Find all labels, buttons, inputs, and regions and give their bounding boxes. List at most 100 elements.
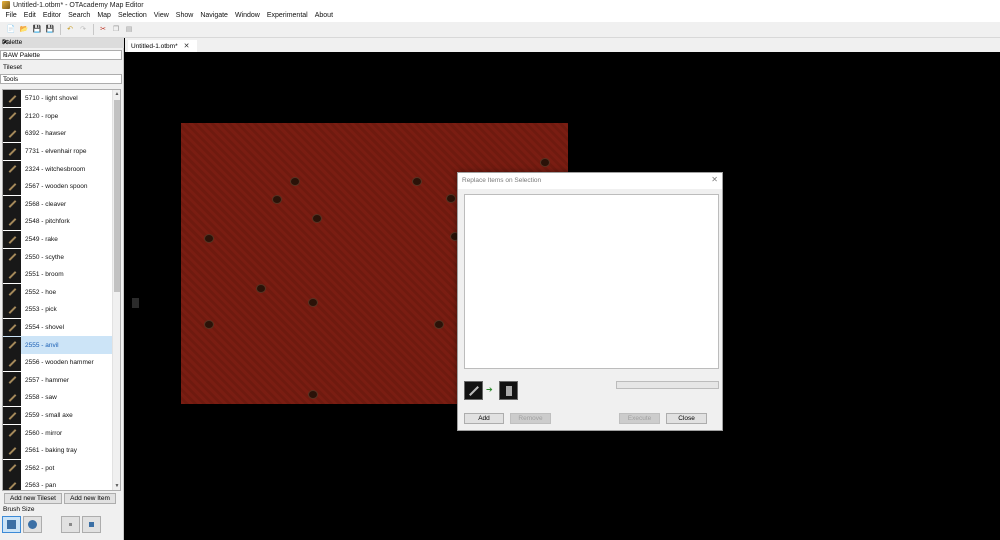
close-icon[interactable]: ✕ xyxy=(2,38,121,48)
item-sprite-icon xyxy=(3,266,21,284)
brush-size-label: Brush Size xyxy=(3,506,35,513)
palette-item-label: 2568 - cleaver xyxy=(25,200,67,208)
menu-about[interactable]: About xyxy=(311,10,336,22)
palette-item[interactable]: 2560 - mirror xyxy=(3,424,112,442)
item-sprite-icon xyxy=(3,248,21,266)
palette-item[interactable]: 2561 - baking tray xyxy=(3,442,112,460)
title-bar: Untitled-1.otbm* - OTAcademy Map Editor xyxy=(0,0,1000,10)
new-file-icon[interactable]: 📄 xyxy=(6,25,16,35)
palette-item-label: 2550 - scythe xyxy=(25,253,65,261)
palette-item-label: 2324 - witchesbroom xyxy=(25,165,86,173)
cursor-brush-preview xyxy=(132,298,139,308)
palette-item[interactable]: 2567 - wooden spoon xyxy=(3,178,112,196)
menu-map[interactable]: Map xyxy=(94,10,115,22)
item-sprite-icon xyxy=(3,442,21,460)
close-button[interactable]: Close xyxy=(666,413,707,424)
palette-item-label: 2561 - baking tray xyxy=(25,447,78,455)
map-decoration xyxy=(257,285,265,292)
palette-item[interactable]: 2324 - witchesbroom xyxy=(3,160,112,178)
open-folder-icon[interactable]: 📂 xyxy=(19,25,29,35)
map-decoration xyxy=(273,196,281,203)
palette-item[interactable]: 2558 - saw xyxy=(3,389,112,407)
map-decoration xyxy=(313,215,321,222)
brush-circle-button[interactable] xyxy=(23,516,42,533)
palette-item[interactable]: 2550 - scythe xyxy=(3,248,112,266)
undo-icon[interactable]: ↶ xyxy=(65,25,75,35)
brush-dot-icon xyxy=(89,522,94,527)
redo-icon[interactable]: ↷ xyxy=(78,25,88,35)
palette-item-label: 2558 - saw xyxy=(25,394,57,402)
scrollbar-thumb[interactable] xyxy=(114,100,120,292)
dialog-title: Replace Items on Selection xyxy=(462,177,542,184)
palette-type-select[interactable]: RAW Palette ⌄ xyxy=(0,50,122,60)
palette-item[interactable]: 6392 - hawser xyxy=(3,125,112,143)
menu-experimental[interactable]: Experimental xyxy=(263,10,311,22)
menu-editor[interactable]: Editor xyxy=(39,10,64,22)
scroll-up-icon[interactable]: ▲ xyxy=(113,90,120,98)
palette-item[interactable]: 2556 - wooden hammer xyxy=(3,354,112,372)
menu-navigate[interactable]: Navigate xyxy=(197,10,232,22)
palette-item-label: 2563 - pan xyxy=(25,482,57,490)
palette-item-label: 2554 - shovel xyxy=(25,324,65,332)
map-decoration xyxy=(309,391,317,398)
palette-item[interactable]: 2120 - rope xyxy=(3,107,112,126)
scroll-down-icon[interactable]: ▼ xyxy=(113,482,120,490)
menu-search[interactable]: Search xyxy=(65,10,94,22)
dialog-body: ➔ Add Remove Execute Close xyxy=(458,189,722,430)
palette-item[interactable]: 2553 - pick xyxy=(3,301,112,319)
replace-from-item-slot[interactable] xyxy=(464,381,483,400)
close-icon[interactable]: ✕ xyxy=(184,42,190,50)
circle-brush-icon xyxy=(28,520,37,529)
brush-square-button[interactable] xyxy=(2,516,21,533)
remove-button[interactable]: Remove xyxy=(510,413,551,424)
palette-item[interactable]: 2563 - pan xyxy=(3,477,112,490)
palette-item[interactable]: 2559 - small axe xyxy=(3,407,112,425)
tileset-select[interactable]: Tools ⌄ xyxy=(0,74,122,84)
palette-item[interactable]: 2555 - anvil xyxy=(3,336,112,354)
palette-item[interactable]: 2551 - broom xyxy=(3,266,112,284)
toolbar-separator xyxy=(60,24,61,35)
menu-file[interactable]: File xyxy=(2,10,20,22)
menu-edit[interactable]: Edit xyxy=(20,10,39,22)
save-as-icon[interactable]: 💾 xyxy=(45,25,55,35)
item-sprite-icon xyxy=(3,407,21,425)
execute-button[interactable]: Execute xyxy=(619,413,660,424)
palette-caption: Palette ✕ xyxy=(0,38,124,48)
brush-size-1-button[interactable] xyxy=(61,516,80,533)
map-decoration xyxy=(435,321,443,328)
paste-icon[interactable]: ▤ xyxy=(124,25,134,35)
add-tileset-button[interactable]: Add new Tileset xyxy=(4,493,62,504)
palette-item-label: 2557 - hammer xyxy=(25,376,70,384)
palette-item-label: 2562 - pot xyxy=(25,464,55,472)
chevron-down-icon: ⌄ xyxy=(3,76,9,83)
square-brush-icon xyxy=(7,520,16,529)
brush-size-2-button[interactable] xyxy=(82,516,101,533)
arrow-right-icon: ➔ xyxy=(486,385,493,394)
palette-item-label: 2567 - wooden spoon xyxy=(25,183,88,191)
palette-item[interactable]: 2549 - rake xyxy=(3,231,112,249)
palette-item[interactable]: 2562 - pot xyxy=(3,459,112,478)
palette-item[interactable]: 5710 - light shovel xyxy=(3,90,112,108)
document-tab-bar: Untitled-1.otbm* ✕ xyxy=(125,38,1000,52)
save-icon[interactable]: 💾 xyxy=(32,25,42,35)
cut-icon[interactable]: ✂ xyxy=(98,25,108,35)
menu-window[interactable]: Window xyxy=(231,10,263,22)
palette-item[interactable]: 2554 - shovel xyxy=(3,319,112,337)
copy-icon[interactable]: ❐ xyxy=(111,25,121,35)
menu-view[interactable]: View xyxy=(150,10,172,22)
replace-to-item-slot[interactable] xyxy=(499,381,518,400)
palette-item[interactable]: 2557 - hammer xyxy=(3,371,112,390)
close-icon[interactable]: ✕ xyxy=(711,175,718,184)
menu-show[interactable]: Show xyxy=(172,10,197,22)
chevron-down-icon: ⌄ xyxy=(3,52,9,59)
palette-item[interactable]: 2548 - pitchfork xyxy=(3,213,112,231)
add-button[interactable]: Add xyxy=(464,413,504,424)
menu-selection[interactable]: Selection xyxy=(114,10,150,22)
palette-item[interactable]: 7731 - elvenhair rope xyxy=(3,143,112,161)
add-item-button[interactable]: Add new Item xyxy=(64,493,116,504)
tab-untitled-1[interactable]: Untitled-1.otbm* ✕ xyxy=(128,40,197,52)
palette-item[interactable]: 2552 - hoe xyxy=(3,283,112,302)
palette-item[interactable]: 2568 - cleaver xyxy=(3,195,112,214)
replace-items-list[interactable] xyxy=(464,194,719,369)
item-list-scrollbar[interactable]: ▲ ▼ xyxy=(112,90,120,490)
